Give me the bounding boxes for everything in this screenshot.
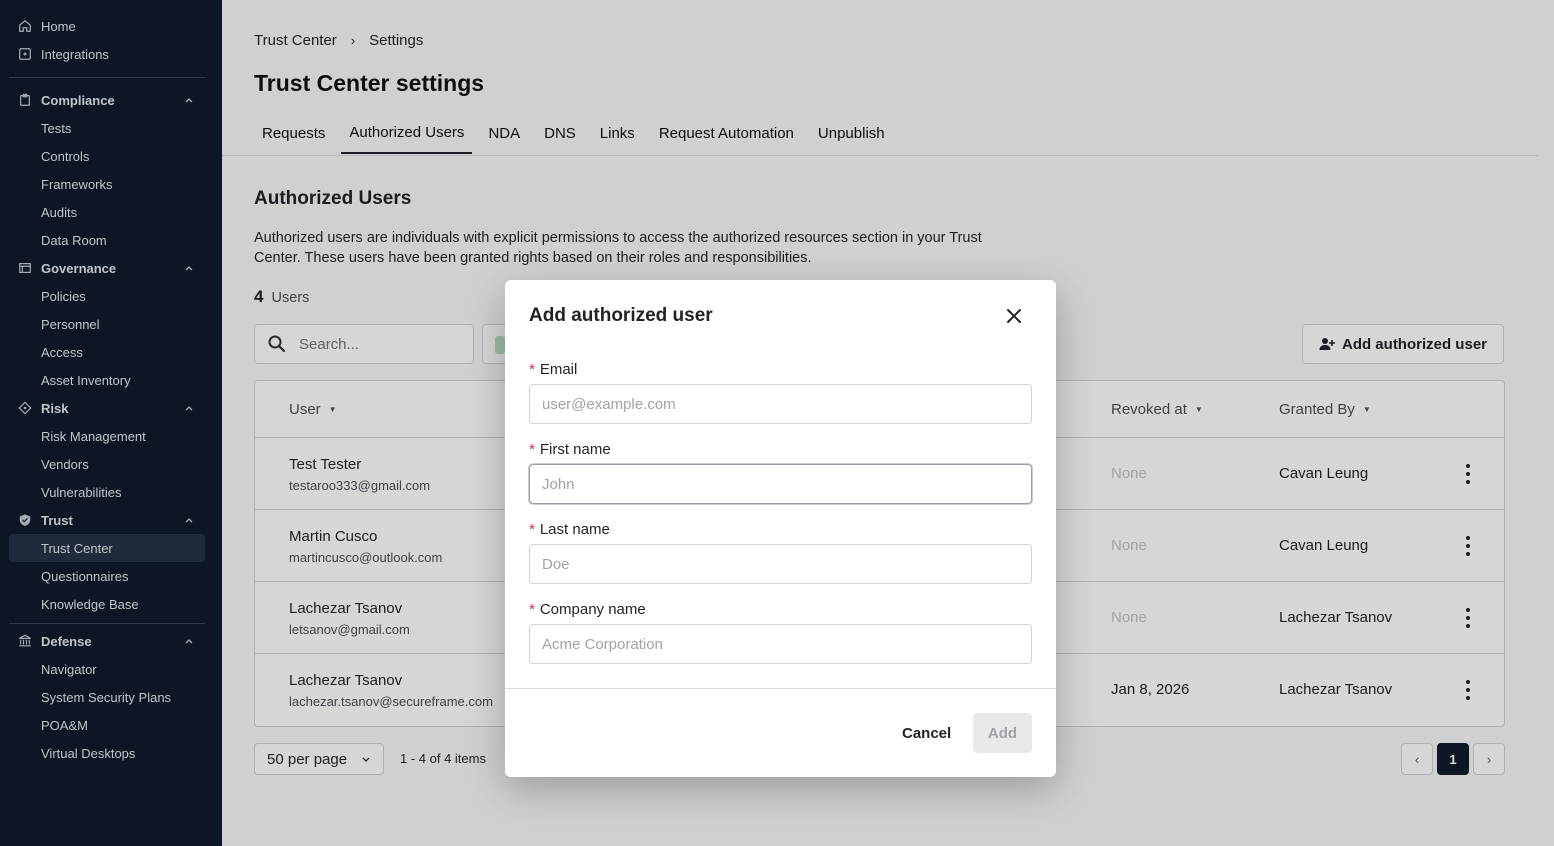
company-name-label: * Company name xyxy=(529,601,646,618)
first-name-label: * First name xyxy=(529,441,611,458)
email-label-text: Email xyxy=(539,361,578,378)
first-name-field[interactable] xyxy=(529,464,1032,504)
first-name-label-text: First name xyxy=(539,441,611,458)
required-marker: * xyxy=(529,441,535,458)
company-name-field[interactable] xyxy=(529,624,1032,664)
company-name-label-text: Company name xyxy=(539,601,646,618)
required-marker: * xyxy=(529,361,535,378)
cancel-button[interactable]: Cancel xyxy=(890,713,963,753)
dialog-title: Add authorized user xyxy=(529,305,713,326)
add-authorized-user-dialog: Add authorized user *Email *First name *… xyxy=(505,280,1056,777)
email-label: * Email xyxy=(529,361,577,378)
dialog-footer-divider xyxy=(505,688,1056,689)
required-marker: * xyxy=(529,521,535,538)
close-icon[interactable] xyxy=(1005,307,1023,325)
add-button[interactable]: Add xyxy=(973,713,1032,753)
required-marker: * xyxy=(529,601,535,618)
last-name-label: * Last name xyxy=(529,521,610,538)
last-name-field[interactable] xyxy=(529,544,1032,584)
last-name-label-text: Last name xyxy=(539,521,610,538)
email-field[interactable] xyxy=(529,384,1032,424)
